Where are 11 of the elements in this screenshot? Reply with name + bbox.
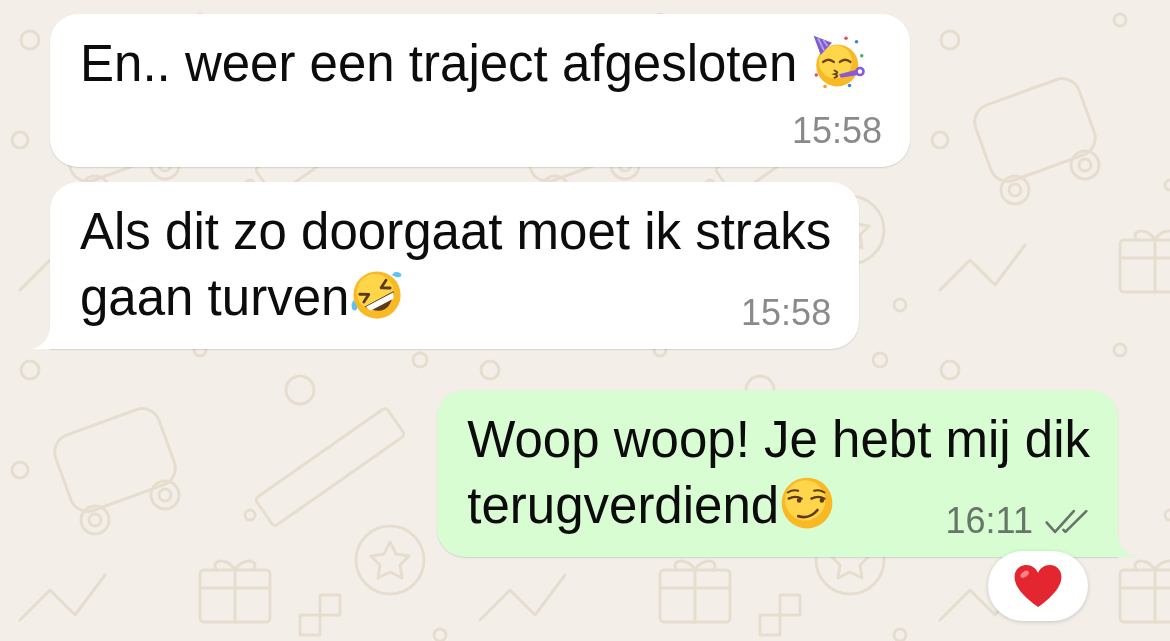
reaction-badge[interactable] bbox=[988, 551, 1088, 621]
partying-face-icon bbox=[811, 33, 868, 89]
message-text: gaan turven bbox=[80, 269, 350, 326]
message-time: 16:11 bbox=[945, 501, 1033, 541]
message-text: terugverdiend bbox=[467, 477, 780, 534]
message-time: 15:58 bbox=[791, 111, 882, 151]
message-text: Als dit zo doorgaat moet ik straks bbox=[80, 203, 832, 260]
heart-icon bbox=[1013, 563, 1063, 609]
message-text: Woop woop! Je hebt mij dik bbox=[467, 411, 1090, 468]
message-time: 15:58 bbox=[741, 293, 832, 333]
message-text: En.. weer een traject afgesloten bbox=[80, 35, 799, 92]
